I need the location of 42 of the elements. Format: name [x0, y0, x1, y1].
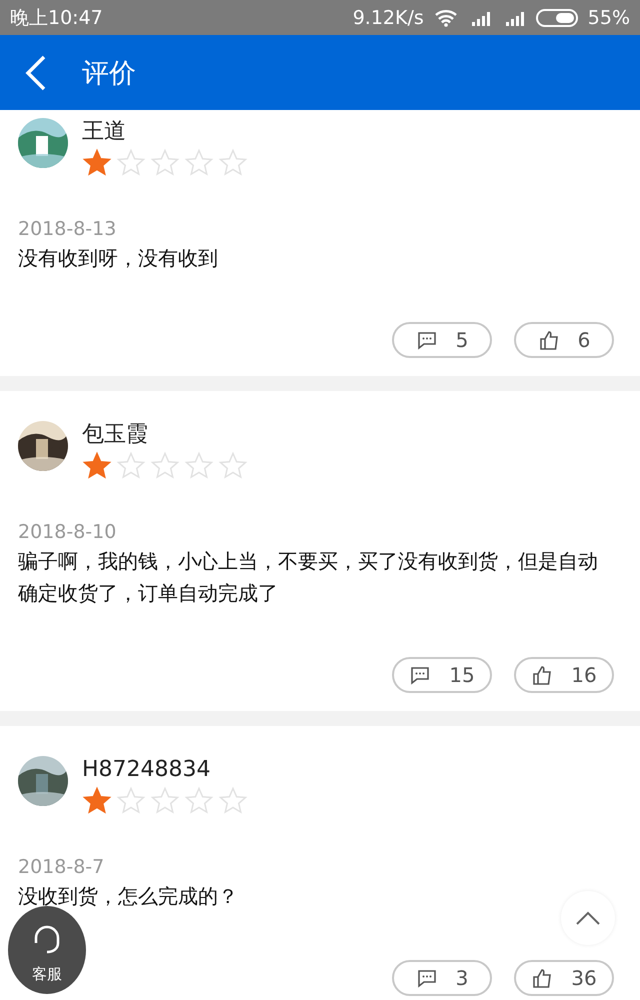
- thumbs-up-icon: [531, 967, 554, 989]
- user-name: H87248834: [82, 756, 212, 784]
- speech-bubble-icon: [416, 329, 438, 351]
- speech-bubble-icon: [409, 664, 432, 686]
- star-icon: [184, 786, 214, 816]
- comment-button[interactable]: 3: [392, 960, 492, 996]
- like-button[interactable]: 36: [514, 960, 614, 996]
- page-title: 评价: [82, 56, 136, 90]
- review-date: 2018-8-10: [18, 521, 118, 543]
- star-icon: [116, 148, 146, 178]
- star-icon: [218, 148, 248, 178]
- star-icon: [116, 786, 146, 816]
- star-icon: [150, 451, 180, 481]
- thumbs-up-icon: [538, 329, 560, 351]
- star-icon: [218, 786, 248, 816]
- chevron-up-icon: [575, 910, 601, 926]
- clock: 晚上10:47: [10, 6, 103, 30]
- network-speed: 9.12K/s: [352, 6, 424, 28]
- comment-button[interactable]: 5: [392, 322, 492, 358]
- like-button[interactable]: 6: [514, 322, 614, 358]
- thumbs-up-icon: [531, 664, 554, 686]
- star-icon: [218, 451, 248, 481]
- star-icon: [184, 148, 214, 178]
- user-name: 王道: [82, 118, 127, 146]
- review-date: 2018-8-7: [18, 856, 106, 878]
- battery-icon: [536, 8, 578, 28]
- star-icon: [116, 451, 146, 481]
- star-icon: [150, 786, 180, 816]
- like-button[interactable]: 16: [514, 657, 614, 693]
- review-text: 没有收到呀，没有收到: [18, 245, 219, 272]
- star-icon: [82, 786, 112, 816]
- review-text: 骗子啊，我的钱，小心上当，不要买，买了没有收到货，但是自动确定收货了，订单自动完成了: [18, 548, 599, 607]
- star-icon: [82, 451, 112, 481]
- wifi-icon: [434, 8, 458, 26]
- review-date: 2018-8-13: [18, 218, 118, 240]
- comment-button[interactable]: 15: [392, 657, 492, 693]
- star-icon: [82, 148, 112, 178]
- star-icon: [150, 148, 180, 178]
- speech-bubble-icon: [416, 967, 438, 989]
- user-name: 包玉霞: [82, 421, 149, 449]
- star-icon: [184, 451, 214, 481]
- battery-level: 55%: [588, 6, 630, 28]
